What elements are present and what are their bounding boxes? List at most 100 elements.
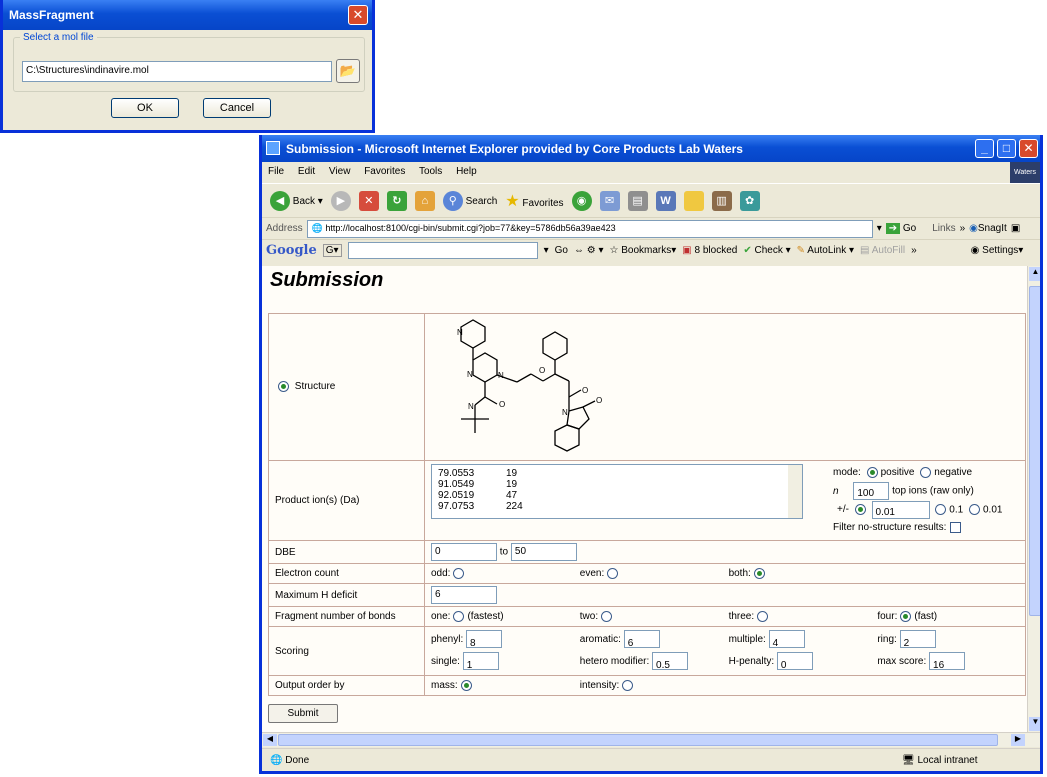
phenyl-input[interactable]: 8 xyxy=(466,630,503,649)
structure-image-cell: N N N O N O O N O xyxy=(424,313,1026,461)
google-search-icons[interactable]: ⇔ ⚙ ▾ xyxy=(574,245,604,256)
odd-radio[interactable] xyxy=(453,567,465,579)
go-button[interactable]: ➔ Go xyxy=(885,223,916,234)
links-label[interactable]: Links xyxy=(932,223,955,234)
edit-icon[interactable]: W xyxy=(655,190,676,211)
scroll-right-icon[interactable]: ▶ xyxy=(1011,734,1025,746)
ok-button[interactable]: OK xyxy=(111,98,179,118)
four-radio[interactable] xyxy=(900,610,912,622)
h-penalty-input[interactable]: 0 xyxy=(776,652,813,671)
svg-text:N: N xyxy=(562,408,568,417)
three-radio[interactable] xyxy=(757,610,769,622)
mol-file-input[interactable]: C:\Structures\indinavire.mol xyxy=(22,61,332,82)
two-radio[interactable] xyxy=(601,610,613,622)
spell-check-button[interactable]: ✔ Check ▾ xyxy=(743,245,790,256)
print-icon[interactable]: ▤ xyxy=(627,190,648,211)
aromatic-input[interactable]: 6 xyxy=(623,630,660,649)
mol-file-group-label: Select a mol file xyxy=(23,32,94,43)
tolerance-custom-radio[interactable] xyxy=(854,504,866,515)
links-chevron-icon[interactable]: » xyxy=(960,223,966,234)
tolerance-input[interactable]: 0.01 xyxy=(871,500,930,519)
tolerance-0-01-radio[interactable] xyxy=(968,504,980,515)
bookmark-star-icon: ☆ xyxy=(609,245,619,256)
discuss-icon[interactable] xyxy=(683,190,704,211)
autolink-button[interactable]: ✎ AutoLink ▾ xyxy=(797,245,854,256)
intensity-radio[interactable] xyxy=(622,679,634,691)
research-icon[interactable]: ▥ xyxy=(711,190,732,211)
even-radio[interactable] xyxy=(607,567,619,579)
back-label: Back xyxy=(292,195,316,207)
horizontal-scrollbar[interactable]: ◀ ▶ xyxy=(262,732,1040,747)
menu-view[interactable]: View xyxy=(329,166,351,177)
url-input[interactable]: 🌐 http://localhost:8100/cgi-bin/submit.c… xyxy=(306,219,873,238)
google-dropdown-icon[interactable]: ▾ xyxy=(544,245,549,256)
svg-text:O: O xyxy=(596,396,602,405)
menu-favorites[interactable]: Favorites xyxy=(364,166,405,177)
snagit-button[interactable]: ◉SnagIt xyxy=(969,223,1007,234)
back-button[interactable]: ◀ Back ▾ xyxy=(270,190,323,211)
menu-help[interactable]: Help xyxy=(456,166,477,177)
mode-positive-radio[interactable] xyxy=(866,466,878,478)
popup-blocked-button[interactable]: ▣ 8 blocked xyxy=(682,245,737,256)
more-chevron-icon[interactable]: » xyxy=(911,245,917,256)
snagit-window-icon[interactable]: ▣ xyxy=(1011,223,1020,234)
favorites-button[interactable]: ★ Favorites xyxy=(505,191,563,211)
dbe-to-input[interactable]: 50 xyxy=(510,543,577,561)
horizontal-scroll-thumb[interactable] xyxy=(278,734,998,746)
browse-folder-button[interactable]: 📂 xyxy=(336,59,360,83)
dbe-from-input[interactable]: 0 xyxy=(431,543,497,561)
mail-icon[interactable]: ✉ xyxy=(599,190,620,211)
product-ions-textarea[interactable]: 79.0553 19 91.0549 19 92.0519 47 97.0753 224 xyxy=(431,463,803,519)
stop-icon[interactable]: ✕ xyxy=(358,190,379,211)
product-ions-cell: 79.0553 19 91.0549 19 92.0519 47 97.0753 224… xyxy=(424,460,1026,541)
output-order-label: Output order by xyxy=(268,675,425,696)
menu-tools[interactable]: Tools xyxy=(419,166,442,177)
close-icon[interactable]: ✕ xyxy=(348,5,368,25)
forward-arrow-icon[interactable]: ▶ xyxy=(330,190,351,211)
maximize-icon[interactable]: □ xyxy=(997,139,1016,158)
scroll-up-icon[interactable]: ▲ xyxy=(1029,267,1040,281)
search-button[interactable]: ⚲ Search xyxy=(442,190,497,211)
autofill-button[interactable]: ▤ AutoFill xyxy=(860,245,905,256)
hetero-input[interactable]: 0.5 xyxy=(652,652,689,671)
multiple-input[interactable]: 4 xyxy=(768,630,805,649)
google-search-input[interactable] xyxy=(347,242,538,259)
svg-text:N: N xyxy=(467,370,473,379)
svg-text:N: N xyxy=(498,371,504,380)
google-g-icon[interactable]: G▾ xyxy=(322,244,342,257)
submit-button[interactable]: Submit xyxy=(268,704,338,723)
max-h-input[interactable]: 6 xyxy=(431,586,497,604)
max-score-input[interactable]: 16 xyxy=(929,652,966,671)
bookmarks-button[interactable]: ☆ Bookmarks▾ xyxy=(609,245,676,256)
google-go-button[interactable]: Go xyxy=(555,245,568,256)
home-icon[interactable]: ⌂ xyxy=(414,190,435,211)
vertical-scroll-thumb[interactable] xyxy=(1029,286,1040,616)
scroll-down-icon[interactable]: ▼ xyxy=(1029,717,1040,731)
top-ions-input[interactable]: 100 xyxy=(853,481,890,500)
mode-negative-radio[interactable] xyxy=(920,466,932,478)
menu-file[interactable]: File xyxy=(268,166,284,177)
refresh-icon[interactable]: ↻ xyxy=(386,190,407,211)
top-ions-label: top ions (raw only) xyxy=(892,485,974,497)
cancel-button[interactable]: Cancel xyxy=(203,98,271,118)
filter-checkbox[interactable] xyxy=(950,522,962,533)
structure-radio[interactable] xyxy=(278,381,289,393)
vertical-scrollbar[interactable]: ▲ ▼ xyxy=(1027,266,1040,732)
media-icon[interactable]: ◉ xyxy=(571,190,592,211)
both-radio[interactable] xyxy=(753,567,765,579)
ring-input[interactable]: 2 xyxy=(899,630,936,649)
close-icon[interactable]: ✕ xyxy=(1019,139,1038,158)
address-dropdown-icon[interactable]: ▾ xyxy=(877,223,882,234)
url-text: http://localhost:8100/cgi-bin/submit.cgi… xyxy=(325,222,616,233)
one-radio[interactable] xyxy=(453,610,465,622)
settings-button[interactable]: ◉ Settings▾ xyxy=(971,245,1024,256)
mass-radio[interactable] xyxy=(460,679,472,691)
scroll-left-icon[interactable]: ◀ xyxy=(263,734,277,746)
textarea-scrollbar[interactable] xyxy=(788,464,802,518)
minimize-icon[interactable]: _ xyxy=(975,139,994,158)
single-input[interactable]: 1 xyxy=(462,652,499,671)
tolerance-0-1-radio[interactable] xyxy=(935,504,947,515)
output-order-cell: mass: intensity: xyxy=(424,675,1026,696)
messenger-icon[interactable]: ✿ xyxy=(739,190,760,211)
menu-edit[interactable]: Edit xyxy=(298,166,315,177)
